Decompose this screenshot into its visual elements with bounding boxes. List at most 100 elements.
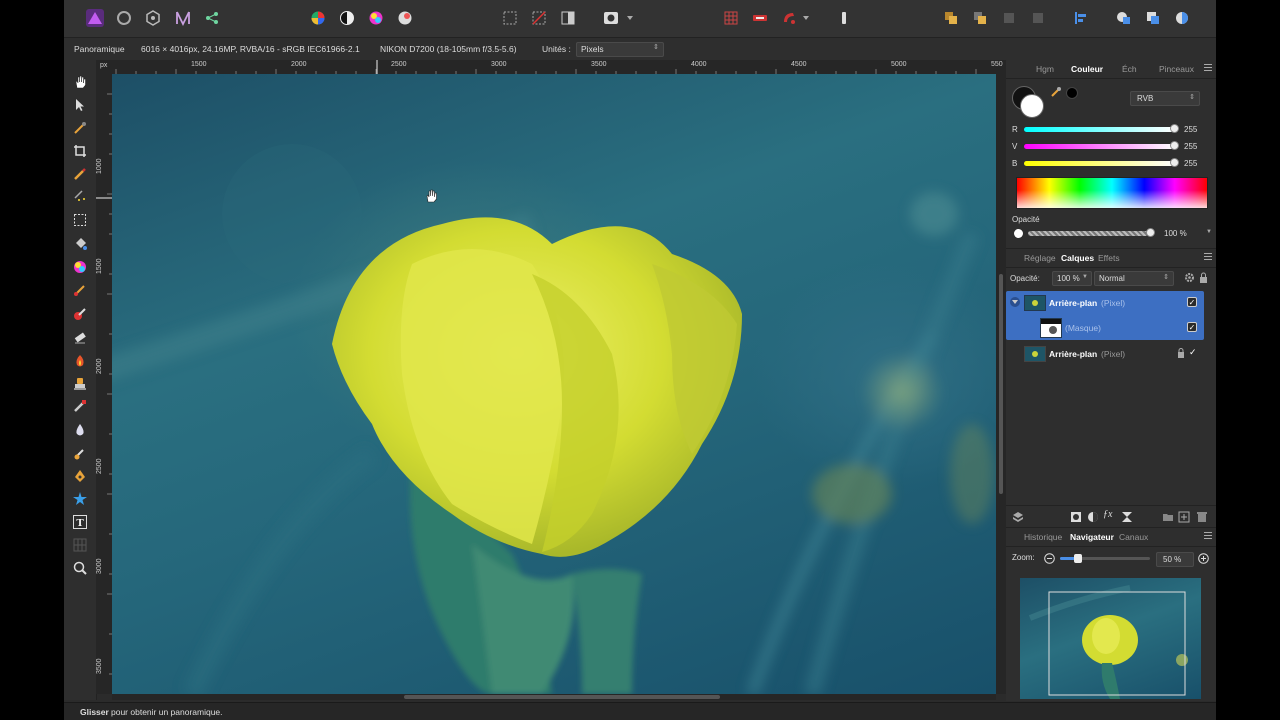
expand-toggle[interactable] (1010, 297, 1020, 307)
green-value[interactable]: 255 (1184, 142, 1197, 151)
levels-icon[interactable] (309, 9, 327, 27)
green-slider[interactable]: V 255 (1012, 141, 1212, 153)
smudge-brush-icon[interactable] (72, 445, 88, 461)
boolean-subtract-icon[interactable] (1144, 9, 1162, 27)
layer-row[interactable]: (Masque) ✓ (1006, 315, 1202, 338)
zoom-field[interactable]: 50 % (1156, 552, 1194, 567)
navigator-preview[interactable] (1020, 578, 1201, 699)
liquify-persona-icon[interactable] (115, 9, 133, 27)
zoom-tool-icon[interactable] (72, 560, 88, 576)
arrange-front-icon[interactable] (942, 9, 960, 27)
color-replacement-icon[interactable] (72, 306, 88, 322)
live-filter-icon[interactable] (1121, 511, 1133, 525)
flood-select-icon[interactable] (72, 187, 88, 203)
red-slider[interactable]: R 255 (1012, 124, 1212, 136)
marquee-tool-icon[interactable] (72, 212, 88, 228)
gradient-tool-icon[interactable] (72, 259, 88, 275)
horizontal-scrollbar[interactable] (112, 694, 996, 700)
color-wells[interactable] (1012, 86, 1044, 118)
trash-icon[interactable] (1197, 511, 1207, 525)
blue-slider[interactable]: B 255 (1012, 158, 1212, 170)
crop-tool-icon[interactable] (72, 143, 88, 159)
vertical-scrollbar[interactable] (996, 74, 1006, 694)
snapping-icon[interactable] (722, 9, 740, 27)
white-balance-icon[interactable] (338, 9, 356, 27)
zoom-out-icon[interactable] (1044, 553, 1055, 566)
zoom-in-icon[interactable] (1198, 553, 1209, 566)
move-tool-icon[interactable] (72, 97, 88, 113)
layer-row[interactable]: Arrière-plan (Pixel) ✓ (1006, 291, 1202, 313)
color-spectrum[interactable] (1016, 177, 1208, 209)
picked-color-swatch[interactable] (1066, 87, 1078, 99)
clone-tool-icon[interactable] (72, 376, 88, 392)
quick-mask-icon[interactable] (602, 9, 620, 27)
brush-preview-icon[interactable] (751, 9, 769, 27)
fill-tool-icon[interactable] (72, 236, 88, 252)
shape-tool-icon[interactable] (72, 491, 88, 507)
gear-icon[interactable] (1184, 272, 1195, 285)
panel-menu-icon[interactable] (1204, 253, 1212, 261)
chevron-down-icon[interactable]: ▼ (1206, 229, 1212, 235)
visibility-check-icon[interactable]: ✓ (1189, 347, 1197, 358)
tab-histogram[interactable]: Hgm (1036, 64, 1054, 74)
secondary-color-well[interactable] (1020, 94, 1044, 118)
document-canvas[interactable] (112, 74, 996, 694)
tab-swatches[interactable]: Éch (1122, 64, 1137, 74)
lock-icon[interactable] (1199, 272, 1208, 285)
arrange-backward-icon[interactable] (1000, 9, 1018, 27)
assistant-icon[interactable] (780, 9, 798, 27)
paint-brush-icon[interactable] (72, 282, 88, 298)
add-group-icon[interactable] (1162, 511, 1174, 525)
hsl-icon[interactable] (367, 9, 385, 27)
selection-brush-icon[interactable] (72, 166, 88, 182)
arrange-back-icon[interactable] (1029, 9, 1047, 27)
opacity-value[interactable]: 100 % (1164, 229, 1187, 238)
tab-effects[interactable]: Effets (1098, 253, 1120, 263)
red-track[interactable] (1024, 127, 1174, 132)
color-picker-icon[interactable] (72, 120, 88, 136)
boolean-intersect-icon[interactable] (1173, 9, 1191, 27)
blend-mode-select[interactable]: Normal ⇕ (1094, 271, 1174, 286)
opacity-slider[interactable] (1028, 231, 1148, 236)
zoom-slider[interactable] (1060, 554, 1150, 563)
mesh-warp-icon[interactable] (72, 537, 88, 553)
arrange-forward-icon[interactable] (971, 9, 989, 27)
tab-history[interactable]: Historique (1024, 532, 1062, 542)
add-mask-icon[interactable] (1070, 511, 1082, 525)
blue-knob[interactable] (1170, 158, 1179, 167)
color-model-select[interactable]: RVB ⇕ (1130, 91, 1200, 106)
layer-visibility-checkbox[interactable]: ✓ (1187, 322, 1197, 332)
tab-brushes[interactable]: Pinceaux (1159, 64, 1194, 74)
erase-tool-icon[interactable] (72, 329, 88, 345)
vertical-scroll-thumb[interactable] (999, 274, 1003, 494)
export-persona-icon[interactable] (203, 9, 221, 27)
panel-menu-icon[interactable] (1204, 532, 1212, 540)
add-layer-icon[interactable] (1178, 511, 1190, 525)
develop-persona-icon[interactable] (144, 9, 162, 27)
tone-mapping-persona-icon[interactable] (174, 9, 192, 27)
deselect-icon[interactable] (530, 9, 548, 27)
adjustment-icon[interactable] (1087, 511, 1099, 525)
dodge-tool-icon[interactable] (72, 353, 88, 369)
red-value[interactable]: 255 (1184, 125, 1197, 134)
tab-color[interactable]: Couleur (1071, 64, 1103, 74)
green-knob[interactable] (1170, 141, 1179, 150)
tab-layers[interactable]: Calques (1061, 253, 1094, 263)
layer-visibility-checkbox[interactable]: ✓ (1187, 297, 1197, 307)
assistant-dropdown-icon[interactable] (801, 9, 811, 27)
pen-tool-icon[interactable] (72, 468, 88, 484)
tab-navigator[interactable]: Navigateur (1070, 532, 1114, 542)
boolean-add-icon[interactable] (1115, 9, 1133, 27)
move-tool-options-icon[interactable] (835, 9, 853, 27)
tab-adjustments[interactable]: Réglage (1024, 253, 1056, 263)
tab-channels[interactable]: Canaux (1119, 532, 1148, 542)
align-icon[interactable] (1072, 9, 1090, 27)
units-select[interactable]: Pixels ⇕ (576, 42, 664, 57)
green-track[interactable] (1024, 144, 1174, 149)
layers-stack-icon[interactable] (1012, 511, 1024, 525)
layer-opacity-field[interactable]: 100 % ▼ (1052, 271, 1092, 286)
blue-track[interactable] (1024, 161, 1174, 166)
healing-brush-icon[interactable] (72, 398, 88, 414)
fx-icon[interactable]: ƒx (1103, 509, 1112, 520)
zoom-slider-knob[interactable] (1074, 554, 1082, 563)
